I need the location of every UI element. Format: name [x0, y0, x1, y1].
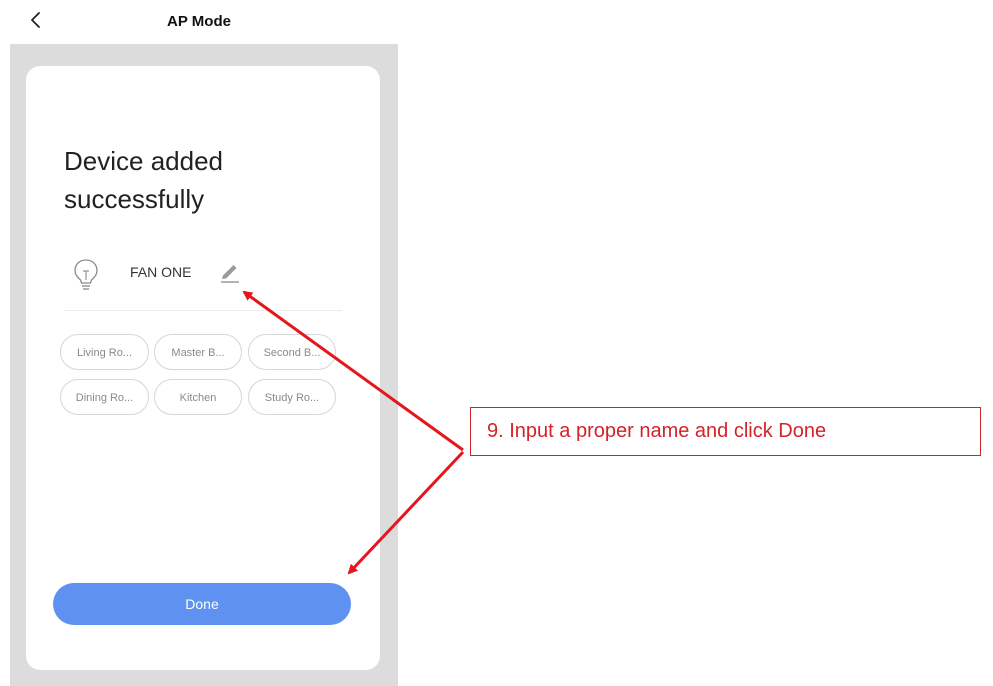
page-title: AP Mode: [167, 13, 231, 30]
room-chip-second[interactable]: Second B...: [248, 334, 336, 370]
top-bar: AP Mode: [0, 0, 390, 44]
room-chip-living[interactable]: Living Ro...: [60, 334, 149, 370]
room-chip-kitchen[interactable]: Kitchen: [154, 379, 242, 415]
back-button[interactable]: [22, 6, 50, 34]
result-card: Device added successfully FAN ONE Living…: [26, 66, 380, 670]
device-name-text: FAN ONE: [130, 264, 192, 280]
chevron-left-icon: [31, 12, 40, 28]
annotation-text: 9. Input a proper name and click Done: [487, 420, 827, 442]
screenshot: AP Mode Device added successfully FAN ON…: [0, 0, 993, 686]
room-chip-study[interactable]: Study Ro...: [248, 379, 336, 415]
divider: [64, 310, 342, 311]
light-bulb-icon: [74, 259, 98, 290]
annotation-callout: 9. Input a proper name and click Done: [470, 407, 981, 456]
room-chip-master[interactable]: Master B...: [154, 334, 242, 370]
pencil-icon[interactable]: [219, 262, 241, 284]
success-heading: Device added successfully: [64, 146, 223, 214]
device-name-row: FAN ONE: [62, 252, 342, 296]
done-button[interactable]: Done: [53, 583, 351, 625]
room-chip-dining[interactable]: Dining Ro...: [60, 379, 149, 415]
